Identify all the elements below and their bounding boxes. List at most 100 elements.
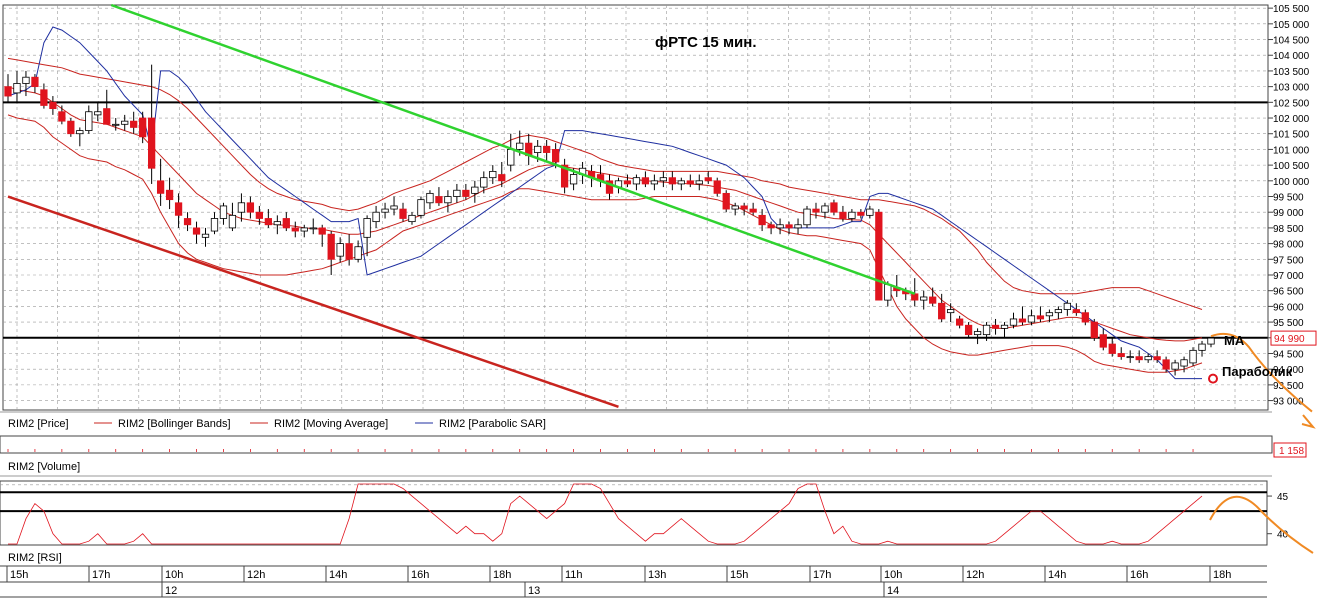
- candle-bear: [246, 202, 255, 213]
- hour-label: 16h: [411, 569, 429, 581]
- parabolic-marker-circle: [1208, 373, 1218, 384]
- candle-bull: [866, 208, 874, 216]
- price-grid: [2, 4, 1269, 411]
- parabolic-sar-line: [7, 26, 1202, 380]
- candle-bull: [1045, 312, 1054, 317]
- parabolic-sar: [7, 26, 1202, 380]
- candle-bear: [40, 89, 48, 106]
- candle-bull: [1009, 318, 1018, 326]
- candle-bull: [1144, 356, 1152, 361]
- candle-bull: [947, 309, 955, 314]
- candle-bear: [1108, 343, 1116, 354]
- hour-label: 14h: [1048, 569, 1066, 581]
- candle-bull: [381, 208, 389, 213]
- candle-bear: [543, 145, 551, 153]
- candle-bear: [704, 177, 712, 182]
- candle-bear: [1135, 356, 1143, 361]
- y-tick-label: 102 500: [1273, 98, 1310, 109]
- candle-bear: [1090, 321, 1098, 339]
- candle-bear: [875, 211, 883, 301]
- price-frame: [2, 4, 1269, 411]
- day-label: 13: [528, 585, 540, 597]
- chart-legend: RIM2 [Price] RIM2 [Bollinger Bands] RIM2 […: [8, 418, 546, 430]
- candle-bear: [668, 177, 676, 185]
- candle-bull: [273, 221, 281, 226]
- candle-bull: [76, 130, 84, 135]
- hour-label: 16h: [1130, 569, 1148, 581]
- hour-label: 18h: [493, 569, 511, 581]
- candle-bull: [372, 211, 380, 223]
- hour-label: 10h: [165, 569, 183, 581]
- chart-title: фРТС 15 мин.: [655, 34, 757, 51]
- legend-item: RIM2 [Bollinger Bands]: [118, 418, 231, 430]
- rsi-label: RIM2 [RSI]: [8, 552, 62, 564]
- y-tick-label: 96 000: [1273, 302, 1304, 313]
- candle-bull: [453, 189, 461, 197]
- hour-label: 17h: [813, 569, 831, 581]
- candle-bull: [632, 177, 641, 185]
- hour-label: 12h: [247, 569, 265, 581]
- candle-bull: [417, 199, 425, 216]
- candle-bull: [300, 227, 308, 232]
- candle-bear: [255, 211, 264, 219]
- candle-bull: [85, 111, 93, 131]
- candle-bull: [210, 218, 219, 232]
- candle-bear: [103, 108, 111, 125]
- candle-bull: [426, 192, 434, 204]
- candle-bear: [1162, 359, 1170, 370]
- y-tick-label: 99 000: [1273, 208, 1304, 219]
- y-tick-label: 105 000: [1273, 20, 1310, 31]
- candle-bear: [291, 227, 299, 232]
- candle-bear: [165, 189, 174, 201]
- candle-bear: [1081, 312, 1089, 323]
- last-price-label: 94 990: [1274, 334, 1305, 345]
- candle-bear: [812, 208, 820, 213]
- candle-bear: [686, 180, 694, 185]
- candle-bull: [228, 214, 237, 229]
- candle-bear: [1036, 315, 1045, 320]
- candle-bear: [282, 218, 290, 229]
- hour-label: 12h: [966, 569, 984, 581]
- candle-bull: [1063, 302, 1071, 310]
- candle-bull: [354, 246, 362, 260]
- candle-bear: [955, 318, 964, 326]
- candle-bear: [722, 192, 730, 210]
- candle-bull: [13, 83, 21, 94]
- candle-bull: [920, 296, 928, 301]
- y-tick-label: 98 500: [1273, 224, 1304, 235]
- candle-bull: [309, 227, 317, 230]
- candle-bear: [929, 296, 937, 304]
- candle-bull: [1027, 315, 1036, 323]
- day-label: 14: [887, 585, 899, 597]
- candle-bull: [219, 205, 228, 219]
- candle-bull: [94, 111, 102, 116]
- candle-bull: [363, 218, 371, 238]
- candle-bear: [857, 211, 865, 216]
- candle-bear: [623, 180, 632, 185]
- candle-bull: [1126, 356, 1134, 359]
- hour-label: 15h: [10, 569, 28, 581]
- y-tick-label: 102 000: [1273, 114, 1310, 125]
- candle-bull: [794, 224, 802, 229]
- forecast-arrow-head: [1301, 414, 1316, 429]
- candle-bull: [1198, 343, 1206, 351]
- candle-bull: [1207, 337, 1215, 345]
- rsi-tick-label: 45: [1277, 492, 1289, 503]
- candle-bear: [1153, 356, 1161, 361]
- candle-bear: [435, 196, 443, 204]
- candle-bear: [139, 117, 147, 138]
- candle-bull: [471, 186, 479, 194]
- candle-bear: [148, 117, 156, 169]
- candle-bear: [1018, 318, 1027, 323]
- horizontal-levels: [3, 101, 1268, 339]
- candle-bear: [58, 111, 66, 122]
- candle-bull: [677, 180, 685, 185]
- hour-label: 18h: [1213, 569, 1231, 581]
- candle-bull: [776, 224, 784, 229]
- candle-bull: [444, 196, 452, 204]
- candle-bear: [1099, 334, 1107, 348]
- candle-bear: [1072, 309, 1080, 314]
- candle-bear: [67, 120, 75, 135]
- candle-bear: [318, 227, 326, 235]
- candle-bear: [4, 86, 12, 97]
